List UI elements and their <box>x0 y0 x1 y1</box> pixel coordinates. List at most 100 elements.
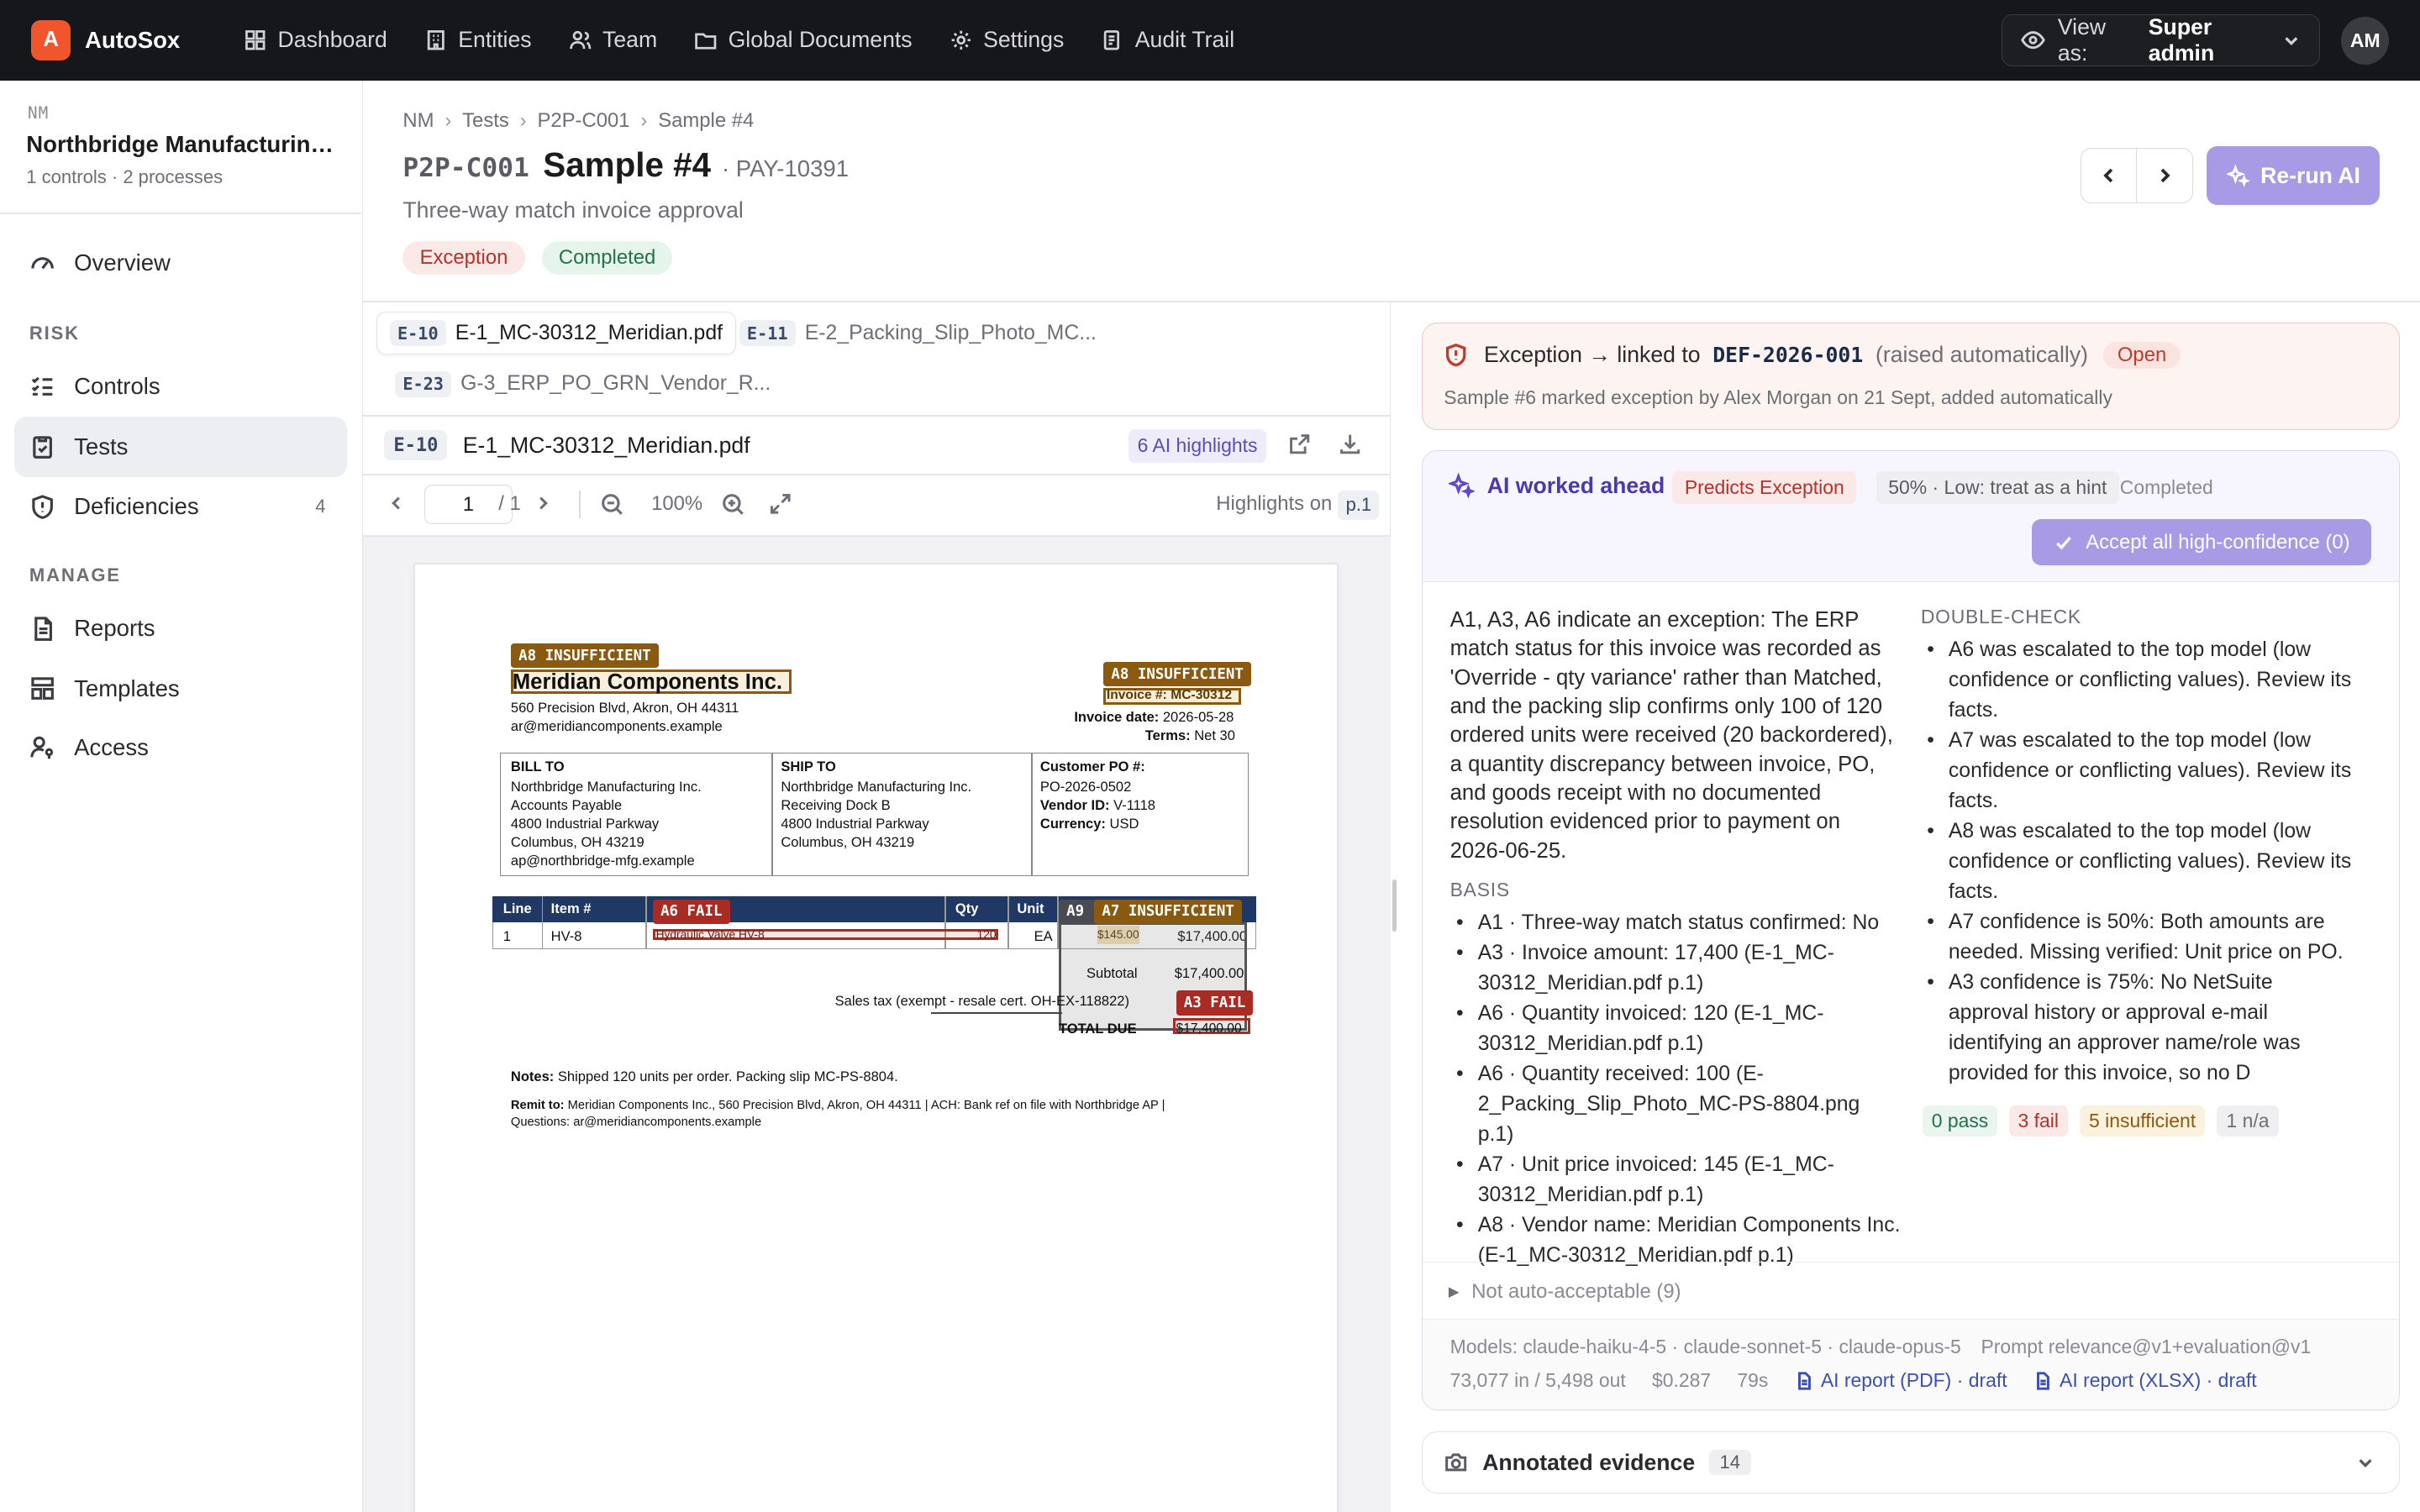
sidebar-section-manage: MANAGE <box>29 564 121 586</box>
external-link-icon[interactable] <box>1287 432 1312 456</box>
ai-report-xlsx-link[interactable]: AI report (XLSX) · draft <box>2033 1369 2257 1392</box>
sidebar-item-tests[interactable]: Tests <box>13 416 348 477</box>
subtotal-value: $17,400.00 <box>1174 964 1244 981</box>
document-viewer[interactable]: A8 INSUFFICIENT Meridian Components Inc.… <box>362 537 1391 1512</box>
basis-item: A3 · Invoice amount: 17,400 (E-1_MC-3031… <box>1450 938 1901 999</box>
bill-to-line: Columbus, OH 43219 <box>510 833 644 850</box>
app-name: AutoSox <box>84 26 181 53</box>
nav-team[interactable]: Team <box>550 0 676 81</box>
highlight-label-a6[interactable]: A6 FAIL <box>652 899 730 925</box>
ai-report-xlsx-label: AI report (XLSX) · draft <box>2060 1369 2257 1392</box>
toolbar-separator <box>578 491 581 519</box>
zoom-out-icon[interactable] <box>600 492 624 517</box>
zoom-in-icon[interactable] <box>721 492 745 517</box>
breadcrumb-item[interactable]: Tests <box>462 109 509 133</box>
exception-card: Exception → linked to DEF-2026-001 (rais… <box>1421 322 2401 431</box>
pane-resize-handle[interactable] <box>1392 879 1397 932</box>
nav-global-documents[interactable]: Global Documents <box>676 0 930 81</box>
sidebar-item-reports[interactable]: Reports <box>14 599 348 659</box>
sidebar-item-label: Controls <box>74 373 160 400</box>
not-auto-acceptable-label: Not auto-acceptable (9) <box>1471 1279 1681 1303</box>
sparkles-icon <box>1448 473 1476 499</box>
audit-icon <box>1104 30 1120 50</box>
next-sample-button[interactable] <box>2136 149 2192 203</box>
row-line: 1 <box>502 927 511 944</box>
sidebar-item-label: Tests <box>74 433 129 459</box>
ai-highlights-badge[interactable]: 6 AI highlights <box>1128 428 1267 463</box>
pass-count-badge: 0 pass <box>1922 1105 1998 1137</box>
next-page-icon[interactable] <box>534 494 552 512</box>
evidence-tab-e11[interactable]: E-11 E-2_Packing_Slip_Photo_MC... <box>727 312 1109 354</box>
user-avatar[interactable]: AM <box>2341 17 2390 66</box>
evidence-tab-e10[interactable]: E-10 E-1_MC-30312_Meridian.pdf <box>376 312 736 355</box>
rerun-ai-button[interactable]: Re-run AI <box>2207 146 2381 206</box>
sparkles-icon <box>2226 164 2250 187</box>
fullscreen-icon[interactable] <box>769 492 792 516</box>
subtotal-label: Subtotal <box>1086 964 1138 981</box>
breadcrumb-item[interactable]: P2P-C001 <box>537 109 629 133</box>
accept-high-confidence-button[interactable]: Accept all high-confidence (0) <box>2032 519 2372 566</box>
ship-to-heading: SHIP TO <box>781 758 836 774</box>
ai-report-pdf-link[interactable]: AI report (PDF) · draft <box>1795 1369 2007 1392</box>
basis-heading: BASIS <box>1449 879 1510 901</box>
vendor-id: V-1118 <box>1113 796 1155 813</box>
nav-audit-trail-label: Audit Trail <box>1134 27 1235 53</box>
chevron-right-icon: › <box>445 109 452 133</box>
row-qty: 120 <box>976 927 997 941</box>
nav-audit-trail[interactable]: Audit Trail <box>1082 0 1253 81</box>
vendor-id-label: Vendor ID: <box>1039 796 1110 813</box>
ship-to-line: Northbridge Manufacturing Inc. <box>781 778 972 795</box>
annotated-evidence-toggle[interactable]: Annotated evidence 14 <box>1421 1431 2401 1494</box>
sidebar-item-controls[interactable]: Controls <box>14 356 348 417</box>
org-code: NM <box>28 103 50 123</box>
payment-ref: · PAY-10391 <box>721 155 850 181</box>
questions-text: Questions: ar@meridiancomponents.example <box>510 1116 762 1130</box>
deficiencies-count-badge: 4 <box>315 496 326 517</box>
eye-icon <box>2021 31 2045 50</box>
sidebar-item-templates[interactable]: Templates <box>14 659 348 719</box>
view-as-prefix: View as: <box>2057 13 2107 66</box>
sidebar-item-label: Reports <box>74 615 155 642</box>
sidebar-item-overview[interactable]: Overview <box>14 233 348 293</box>
brand[interactable]: A AutoSox <box>30 19 216 60</box>
view-as-dropdown[interactable]: View as: Super admin <box>2002 13 2320 66</box>
prompt-version: Prompt relevance@v1+evaluation@v1 <box>1981 1335 2312 1357</box>
deficiency-link[interactable]: DEF-2026-001 <box>1712 343 1863 367</box>
highlight-label-a8[interactable]: A8 INSUFFICIENT <box>510 643 659 669</box>
invoice-date-row: Invoice date: 2026-05-28 <box>1074 708 1234 727</box>
accept-button-label: Accept all high-confidence (0) <box>2086 530 2350 554</box>
ai-summary: A1, A3, A6 indicate an exception: The ER… <box>1449 607 1893 863</box>
ship-to-line: Receiving Dock B <box>781 796 891 813</box>
highlight-label-a7[interactable]: A7 INSUFFICIENT <box>1094 899 1243 925</box>
previous-page-icon[interactable] <box>387 494 406 512</box>
org-name[interactable]: Northbridge Manufacturing Inc. <box>26 131 334 158</box>
ai-title-label: AI worked ahead <box>1486 473 1665 499</box>
chevron-right-icon: › <box>519 109 527 133</box>
annotated-evidence-label: Annotated evidence <box>1482 1449 1696 1475</box>
fail-count-badge: 3 fail <box>2008 1105 2069 1137</box>
download-icon[interactable] <box>1338 432 1362 456</box>
nav-dashboard[interactable]: Dashboard <box>225 0 406 81</box>
status-badge-completed: Completed <box>541 240 673 275</box>
na-count-badge: 1 n/a <box>2217 1105 2279 1137</box>
models-used: Models: claude-haiku-4-5 · claude-sonnet… <box>1449 1335 1961 1357</box>
previous-sample-button[interactable] <box>2081 149 2137 202</box>
sidebar-item-access[interactable]: Access <box>14 717 348 778</box>
highlights-page-badge[interactable]: p.1 <box>1338 491 1380 520</box>
not-auto-acceptable-toggle[interactable]: ▶ Not auto-acceptable (9) <box>1449 1280 1681 1304</box>
currency-row: Currency: USD <box>1040 815 1139 833</box>
nav-entities[interactable]: Entities <box>406 0 550 81</box>
sidebar-item-deficiencies[interactable]: Deficiencies 4 <box>14 477 348 538</box>
ai-title: AI worked ahead <box>1448 473 1665 499</box>
breadcrumb-item[interactable]: NM <box>402 109 434 133</box>
table-divider <box>541 896 544 949</box>
evidence-pane: E-10 E-1_MC-30312_Meridian.pdf E-11 E-2_… <box>362 302 1391 1512</box>
highlight-label-a8[interactable]: A8 INSUFFICIENT <box>1103 661 1252 687</box>
double-check-heading: DOUBLE-CHECK <box>1920 605 2081 627</box>
user-key-icon <box>30 736 53 759</box>
shield-alert-icon <box>32 495 53 519</box>
evidence-tab-e23[interactable]: E-23 G-3_ERP_PO_GRN_Vendor_R... <box>382 363 783 406</box>
highlight-label-a3[interactable]: A3 FAIL <box>1176 990 1254 1016</box>
users-icon <box>569 30 591 50</box>
nav-settings[interactable]: Settings <box>931 0 1083 81</box>
